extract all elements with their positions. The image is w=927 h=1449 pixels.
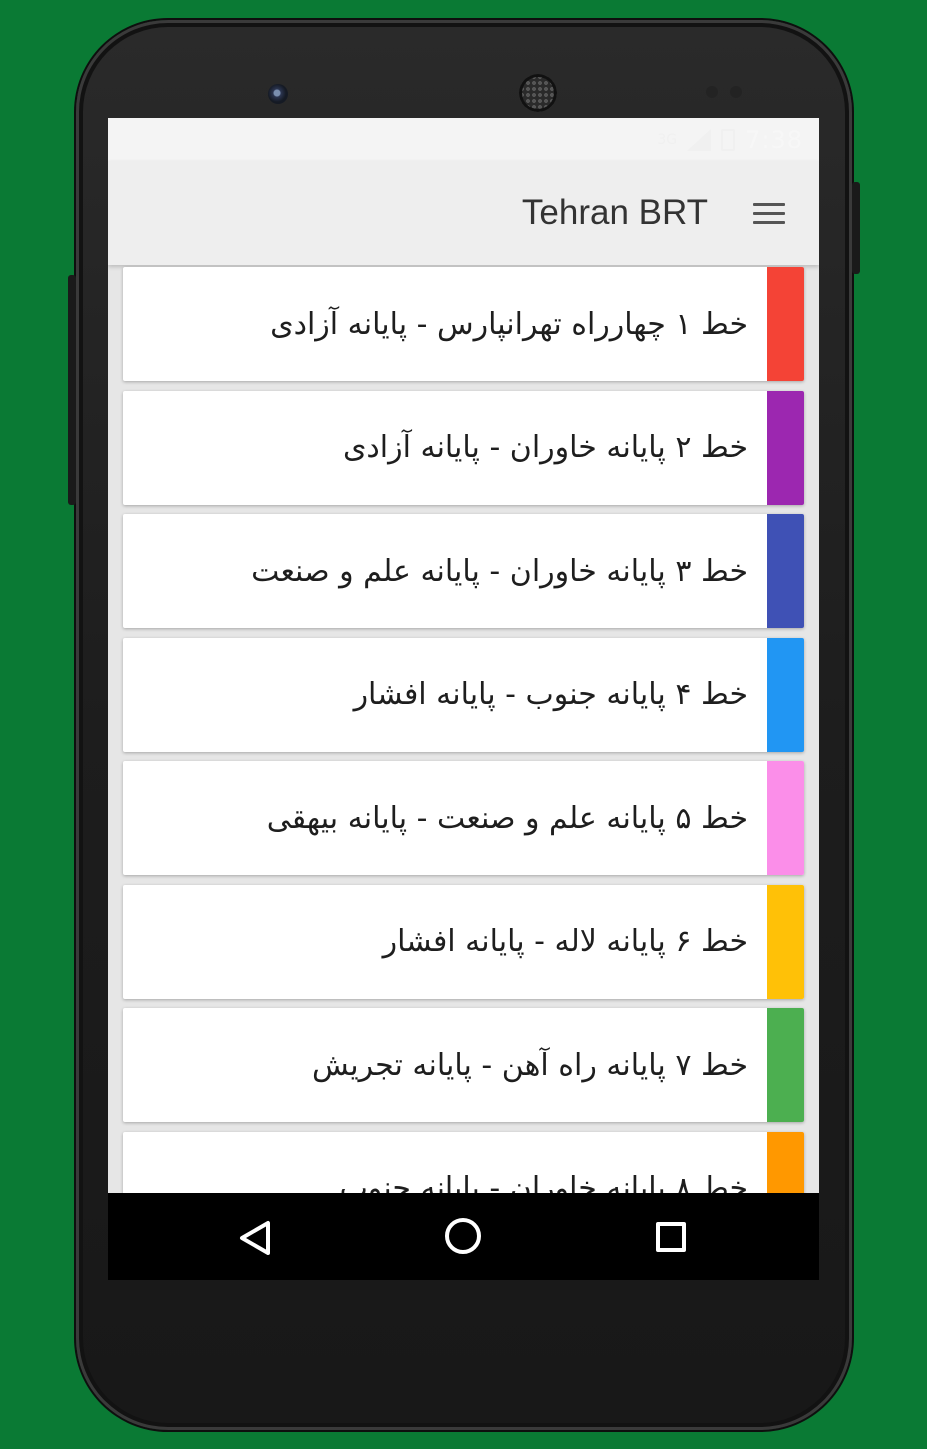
back-triangle-icon[interactable] xyxy=(238,1220,272,1256)
line-label: خط ۲ پایانه خاوران - پایانه آزادی xyxy=(342,430,748,465)
screen: 3G 7:38 Tehran BRT خط ۱ چهارراه تهرانپار… xyxy=(108,118,819,1280)
line-color-stripe xyxy=(767,637,804,752)
earpiece-speaker-icon xyxy=(519,74,557,112)
recent-apps-square-icon[interactable] xyxy=(656,1222,686,1252)
line-label: خط ۶ پایانه لاله - پایانه افشار xyxy=(382,924,748,959)
line-card[interactable]: خط ۵ پایانه علم و صنعت - پایانه بیهقی xyxy=(123,761,804,875)
line-color-stripe xyxy=(767,390,804,505)
line-label: خط ۷ پایانه راه آهن - پایانه تجریش xyxy=(312,1047,748,1083)
line-label: خط ۴ پایانه جنوب - پایانه افشار xyxy=(353,677,748,712)
line-color-stripe xyxy=(767,267,804,381)
line-label: خط ۱ چهارراه تهرانپارس - پایانه آزادی xyxy=(270,306,748,342)
line-card[interactable]: خط ۴ پایانه جنوب - پایانه افشار xyxy=(123,637,804,752)
light-sensor-icon xyxy=(730,86,742,98)
battery-icon xyxy=(721,128,736,151)
proximity-sensor-icon xyxy=(706,86,718,98)
app-title: Tehran BRT xyxy=(521,193,708,232)
line-color-stripe xyxy=(767,761,804,875)
line-color-stripe xyxy=(767,1008,804,1122)
line-card[interactable]: خط ۲ پایانه خاوران - پایانه آزادی xyxy=(123,390,804,505)
home-circle-icon[interactable] xyxy=(445,1218,481,1254)
line-card[interactable]: خط ۶ پایانه لاله - پایانه افشار xyxy=(123,884,804,999)
line-color-stripe xyxy=(767,884,804,999)
status-bar: 3G 7:38 xyxy=(108,118,819,161)
line-card[interactable]: خط ۷ پایانه راه آهن - پایانه تجریش xyxy=(123,1008,804,1122)
line-label: خط ۵ پایانه علم و صنعت - پایانه بیهقی xyxy=(266,800,748,836)
line-card[interactable]: خط ۱ چهارراه تهرانپارس - پایانه آزادی xyxy=(123,267,804,381)
line-card[interactable]: خط ۳ پایانه خاوران - پایانه علم و صنعت xyxy=(123,514,804,628)
network-type: 3G xyxy=(657,131,678,148)
navigation-bar xyxy=(108,1193,819,1280)
line-color-stripe xyxy=(767,514,804,628)
app-toolbar: Tehran BRT xyxy=(108,161,819,265)
power-button xyxy=(852,182,860,274)
line-label: خط ۳ پایانه خاوران - پایانه علم و صنعت xyxy=(251,553,748,589)
clock: 7:38 xyxy=(745,125,803,154)
volume-button xyxy=(68,275,76,505)
front-camera-icon xyxy=(268,84,288,104)
hamburger-menu-icon[interactable] xyxy=(749,199,789,229)
signal-icon xyxy=(687,128,712,151)
